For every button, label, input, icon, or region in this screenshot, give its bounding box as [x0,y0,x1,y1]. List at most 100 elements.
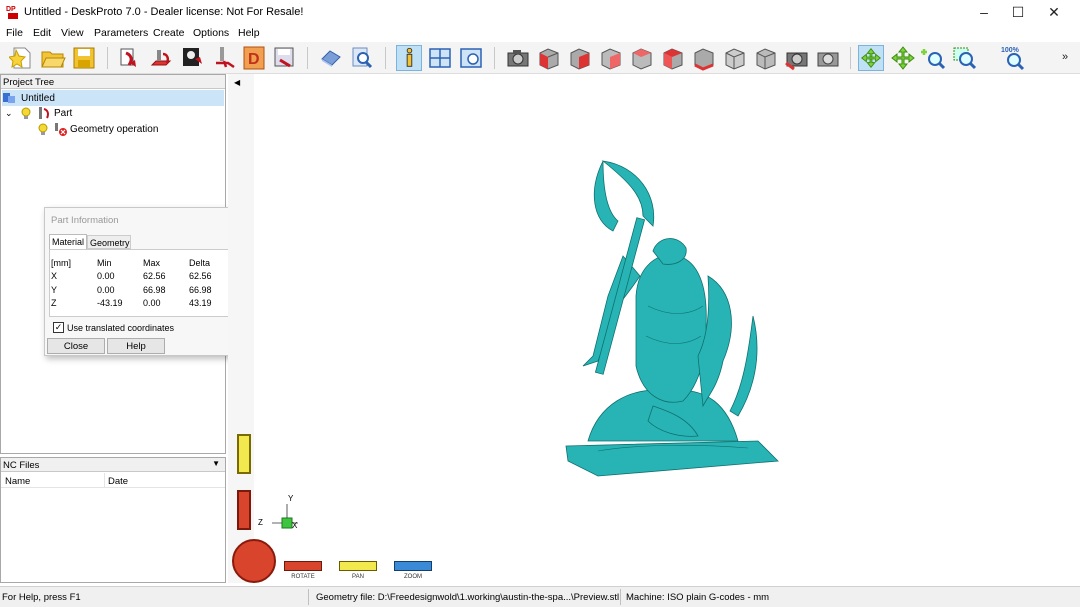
axis-gizmo: Y Z X [258,494,298,530]
part-information-dialog: Part Information Material Geometry [mm] … [44,207,245,356]
column-header-date[interactable]: Date [108,476,128,487]
rotate-dial[interactable] [232,539,276,583]
tab-material[interactable]: Material [49,234,87,249]
3d-viewport[interactable]: ◀ Y Z X ROTATE PAN ZOOM [228,74,1080,583]
part-icon [39,107,49,119]
view-bottom-icon[interactable] [691,45,717,71]
properties-icon[interactable] [458,45,484,71]
max-value: 0.00 [143,298,161,309]
tab-geometry[interactable]: Geometry [87,235,131,249]
table-row: X 0.00 62.56 62.56 [51,270,235,284]
info-icon[interactable] [396,45,422,71]
window-title: Untitled - DeskProto 7.0 - Dealer licens… [24,6,304,18]
view-left-icon[interactable] [598,45,624,71]
max-value: 66.98 [143,284,166,295]
operation-wizard-icon[interactable] [212,45,238,71]
view-right-icon[interactable] [629,45,655,71]
view-front-icon[interactable] [536,45,562,71]
tree-item-label: Part [54,107,73,119]
view-iso2-icon[interactable] [753,45,779,71]
dialog-title: Part Information [51,215,119,226]
menu-parameters[interactable]: Parameters [94,27,148,39]
table-header-row: [mm] Min Max Delta [51,256,235,270]
close-button[interactable]: ✕ [1036,0,1072,24]
open-folder-icon[interactable] [40,45,66,71]
collapse-panel-icon[interactable]: ◀ [234,78,240,87]
zoom-in-icon[interactable] [921,45,947,71]
bitmap-wizard-icon[interactable] [180,45,206,71]
nc-files-column-headers: Name Date [1,472,225,488]
column-header-name[interactable]: Name [5,476,30,487]
pan-label: PAN [352,574,364,580]
axis-y-label: Y [288,494,294,503]
chevron-down-icon[interactable]: ⌄ [5,108,19,119]
save-icon[interactable] [71,45,97,71]
eraser-icon[interactable] [318,45,344,71]
project-tree-header: Project Tree [1,75,225,89]
nc-files-header[interactable]: NC Files ▼ [1,458,225,472]
lightbulb-icon[interactable] [19,106,33,120]
menu-options[interactable]: Options [193,27,229,39]
new-file-icon[interactable] [9,45,35,71]
status-geometry-file: Geometry file: D:\Freedesignwold\1.worki… [316,592,620,603]
nc-files-title: NC Files [3,460,40,471]
nc-files-panel: NC Files ▼ Name Date [0,457,226,583]
axis-x-label: X [292,521,298,530]
column-header: [mm] [51,257,71,268]
column-header: Min [97,257,112,268]
menu-file[interactable]: File [6,27,23,39]
menu-help[interactable]: Help [238,27,260,39]
stl-model-preview [565,160,779,477]
rotate-scale-bar[interactable] [237,490,251,530]
toolbar: D 100% » [0,42,1080,74]
translated-coords-checkbox[interactable]: ✓ [53,322,64,333]
close-dialog-button[interactable]: Close [47,338,105,354]
help-button[interactable]: Help [107,338,165,354]
column-header: Max [143,257,161,268]
view-back-icon[interactable] [567,45,593,71]
minimize-button[interactable]: – [966,0,1002,24]
svg-text:100%: 100% [1001,47,1020,54]
dropdown-arrow-icon[interactable]: ▼ [212,459,220,468]
max-value: 62.56 [143,271,166,282]
lightbulb-icon[interactable] [36,122,50,136]
settings-view-icon[interactable] [815,45,841,71]
rotate-icon[interactable] [858,45,884,71]
reset-view-icon[interactable] [784,45,810,71]
min-value: 0.00 [97,271,115,282]
toolbar-overflow-icon[interactable]: » [1062,51,1068,63]
svg-text:D: D [248,51,260,68]
snapshot-icon[interactable] [505,45,531,71]
menu-bar: File Edit View Parameters Create Options… [0,24,1080,42]
save-toolpath-icon[interactable] [272,45,298,71]
view-iso-icon[interactable] [722,45,748,71]
menu-edit[interactable]: Edit [33,27,51,39]
menu-create[interactable]: Create [153,27,185,39]
view-top-icon[interactable] [660,45,686,71]
maximize-button[interactable]: ☐ [1000,0,1036,24]
rotate-nav-bar[interactable] [284,561,322,571]
min-value: -43.19 [97,298,123,309]
svg-text:DP: DP [6,6,16,13]
vector-wizard-icon[interactable] [148,45,174,71]
menu-view[interactable]: View [61,27,84,39]
checkbox-label: Use translated coordinates [67,323,175,333]
find-icon[interactable] [349,45,375,71]
zoom-scale-bar[interactable] [237,434,251,474]
status-bar: For Help, press F1 Geometry file: D:\Fre… [0,586,1080,607]
part-wizard-icon[interactable] [116,45,142,71]
min-value: 0.00 [97,284,115,295]
zoom-window-icon[interactable] [952,45,978,71]
pan-nav-bar[interactable] [339,561,377,571]
status-machine: Machine: ISO plain G-codes - mm [626,592,770,603]
tree-item-untitled[interactable]: Untitled [2,90,224,106]
tree-item-label: Geometry operation [70,123,159,135]
project-icon [3,93,15,103]
drawing-icon[interactable]: D [242,45,268,71]
pan-icon[interactable] [890,45,916,71]
zoom-nav-bar[interactable] [394,561,432,571]
tree-item-part[interactable]: ⌄ Part [5,105,72,121]
layout-icon[interactable] [427,45,453,71]
zoom-fit-icon[interactable]: 100% [1001,45,1027,71]
tree-item-geometry-operation[interactable]: Geometry operation [36,121,158,137]
